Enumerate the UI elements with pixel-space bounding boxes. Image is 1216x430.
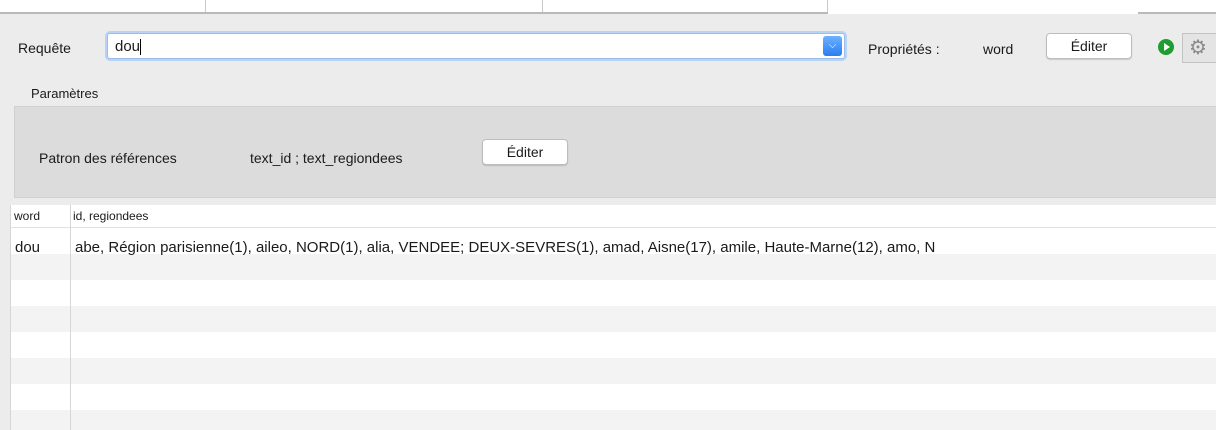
- query-input[interactable]: dou: [115, 38, 140, 55]
- pattern-label: Patron des références: [39, 150, 177, 166]
- tab-segment[interactable]: [543, 0, 828, 12]
- column-divider: [70, 205, 71, 430]
- chevron-down-icon[interactable]: ⌵: [823, 36, 842, 56]
- properties-value: word: [983, 41, 1014, 57]
- row-stripe: [11, 410, 1216, 430]
- play-icon[interactable]: [1158, 39, 1174, 55]
- column-header-word[interactable]: word: [14, 209, 40, 223]
- results-table[interactable]: word id, regiondees dou abe, Région pari…: [10, 205, 1216, 430]
- properties-label: Propriétés :: [868, 41, 940, 57]
- table-cell-refs[interactable]: abe, Région parisienne(1), aileo, NORD(1…: [75, 239, 935, 256]
- table-cell-word[interactable]: dou: [15, 239, 40, 256]
- parameters-title: Paramètres: [31, 86, 99, 101]
- parameters-panel: [14, 106, 1216, 198]
- tab-segment[interactable]: [206, 0, 543, 12]
- pattern-value: text_id ; text_regiondees: [250, 150, 403, 166]
- query-label: Requête: [18, 40, 71, 56]
- edit-pattern-button[interactable]: Éditer: [482, 139, 568, 165]
- row-stripe: [11, 254, 1216, 280]
- gear-icon: ⚙: [1189, 37, 1207, 59]
- tab-divider: [1138, 12, 1216, 14]
- row-stripe: [11, 306, 1216, 332]
- settings-button[interactable]: ⚙: [1182, 33, 1216, 63]
- tab-strip: [0, 0, 1216, 14]
- query-combobox[interactable]: dou ⌵: [107, 33, 845, 59]
- text-cursor: [140, 39, 141, 55]
- edit-properties-button[interactable]: Éditer: [1046, 33, 1132, 59]
- tab-segment[interactable]: [0, 0, 206, 12]
- tab-divider: [0, 12, 828, 14]
- table-header: word id, regiondees: [11, 205, 1216, 228]
- column-header-refs[interactable]: id, regiondees: [73, 209, 148, 223]
- row-stripe: [11, 358, 1216, 384]
